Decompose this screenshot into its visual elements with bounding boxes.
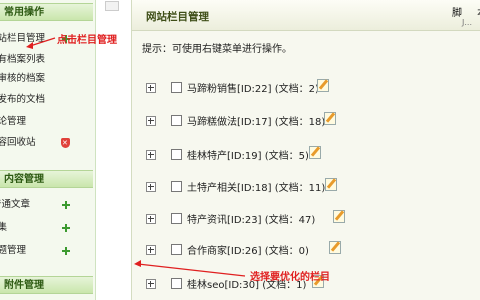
annotation-choose-column: 选择要优化的栏目	[250, 272, 330, 283]
sidebar-section-header[interactable]: 附件管理	[0, 276, 93, 294]
sidebar-item-comments[interactable]: 评论管理	[0, 113, 90, 131]
category-label[interactable]: 马蹄粉销售[ID:22] (文档：2)	[187, 80, 319, 95]
sidebar-item-article[interactable]: 普通文章	[0, 196, 90, 214]
sidebar-item-recycle[interactable]: 内容回收站	[0, 134, 90, 152]
expand-icon[interactable]	[146, 279, 156, 289]
checkbox[interactable]	[171, 244, 182, 255]
category-label[interactable]: 合作商家[ID:26] (文档：0)	[187, 242, 309, 257]
edit-icon[interactable]	[333, 210, 345, 223]
add-icon[interactable]	[62, 224, 70, 232]
sidebar-item-gallery[interactable]: 图集	[0, 219, 90, 237]
checkbox[interactable]	[171, 82, 182, 93]
sidebar-item-label: 内容回收站	[0, 137, 36, 148]
add-icon[interactable]	[62, 201, 70, 209]
sidebar-item-label: 图集	[0, 222, 8, 233]
expand-icon[interactable]	[146, 150, 156, 160]
sidebar-section-header[interactable]: 常用操作	[0, 3, 93, 21]
expand-icon[interactable]	[146, 83, 156, 93]
checkbox[interactable]	[171, 278, 182, 289]
category-label[interactable]: 马蹄糕做法[ID:17] (文档：18)	[187, 113, 325, 128]
main-panel: 网站栏目管理 脚 本 J... 提示：可使用右键菜单进行操作。 马蹄粉销售[ID…	[131, 0, 480, 300]
category-row[interactable]: 特产资讯[ID:23] (文档：47)	[140, 207, 480, 231]
tip-text: 提示：可使用右键菜单进行操作。	[142, 44, 292, 55]
add-icon[interactable]	[62, 247, 70, 255]
sidebar-item-label: 评论管理	[0, 116, 27, 127]
category-label[interactable]: 土特产相关[ID:18] (文档：11)	[187, 179, 325, 194]
sidebar-item-topic[interactable]: 专题管理	[0, 242, 90, 260]
sidebar-item-label: 普通文章	[0, 199, 31, 210]
expand-icon[interactable]	[146, 116, 156, 126]
sidebar-section-header[interactable]: 内容管理	[0, 170, 93, 188]
sidebar-item-all-archives[interactable]: 所有档案列表	[0, 51, 90, 69]
header-bar: 网站栏目管理 脚 本 J...	[132, 0, 480, 31]
sidebar-item-label: 所有档案列表	[0, 54, 46, 65]
section-title: 常用操作	[4, 7, 44, 18]
edit-icon[interactable]	[309, 146, 321, 159]
edit-icon[interactable]	[324, 112, 336, 125]
category-label[interactable]: 特产资讯[ID:23] (文档：47)	[187, 211, 315, 226]
sidebar-item-label: 我发布的文档	[0, 94, 46, 105]
page-title: 网站栏目管理	[146, 11, 209, 23]
checkbox[interactable]	[171, 213, 182, 224]
category-row[interactable]: 合作商家[ID:26] (文档：0)	[140, 238, 480, 262]
category-row[interactable]: 马蹄粉销售[ID:22] (文档：2)	[140, 76, 480, 100]
sidebar-item-label: 待审核的档案	[0, 73, 46, 84]
section-title: 内容管理	[4, 174, 44, 185]
category-row[interactable]: 桂林特产[ID:19] (文档：5)	[140, 143, 480, 167]
checkbox[interactable]	[171, 149, 182, 160]
toggle-square-icon[interactable]	[105, 1, 119, 11]
section-title: 附件管理	[4, 280, 44, 291]
sidebar-item-my-docs[interactable]: 我发布的文档	[0, 91, 90, 109]
edit-icon[interactable]	[317, 79, 329, 92]
script-sub: J...	[462, 18, 472, 27]
annotation-click-column: 点击栏目管理	[57, 35, 117, 46]
sidebar-item-pending-archives[interactable]: 待审核的档案	[0, 70, 90, 88]
edit-icon[interactable]	[329, 241, 341, 254]
sidebar-item-label: 专题管理	[0, 245, 27, 256]
expand-icon[interactable]	[146, 182, 156, 192]
expand-icon[interactable]	[146, 214, 156, 224]
category-label[interactable]: 桂林特产[ID:19] (文档：5)	[187, 147, 309, 162]
checkbox[interactable]	[171, 115, 182, 126]
shield-icon[interactable]	[61, 134, 70, 152]
script-label: 脚 本	[452, 8, 480, 19]
edit-icon[interactable]	[325, 178, 337, 191]
checkbox[interactable]	[171, 181, 182, 192]
category-row[interactable]: 土特产相关[ID:18] (文档：11)	[140, 175, 480, 199]
sidebar-item-label: 网站栏目管理	[0, 33, 46, 44]
category-row[interactable]: 马蹄糕做法[ID:17] (文档：18)	[140, 109, 480, 133]
expand-icon[interactable]	[146, 245, 156, 255]
